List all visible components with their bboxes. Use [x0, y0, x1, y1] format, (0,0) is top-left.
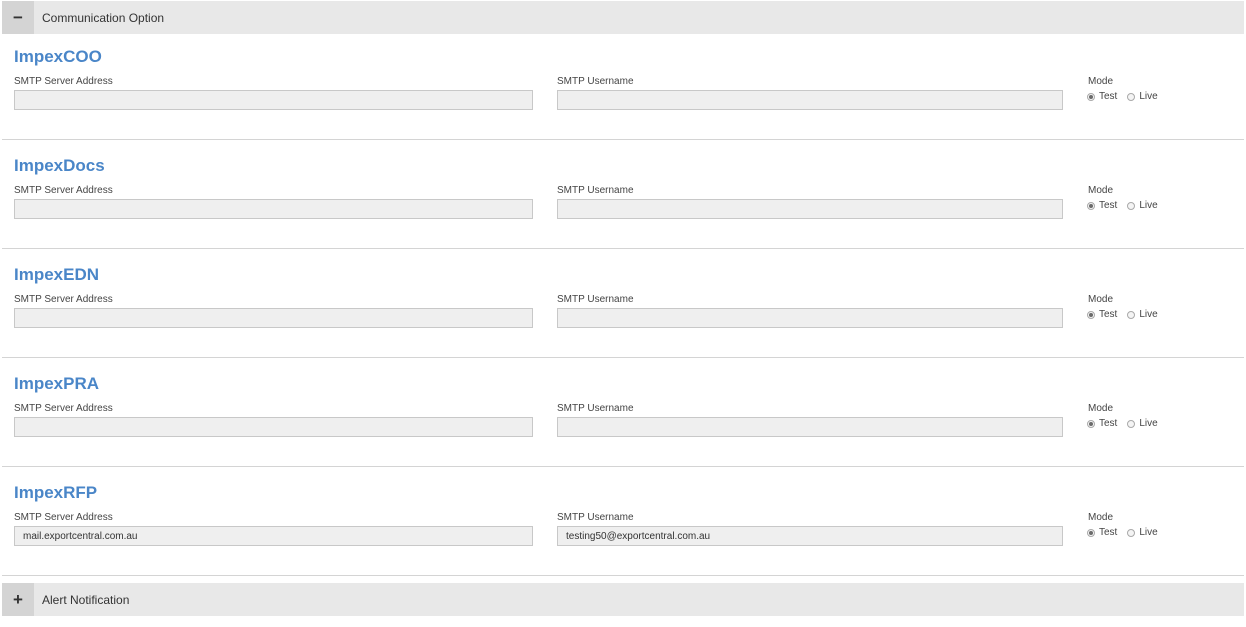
section-title: ImpexPRA [14, 374, 100, 393]
mode-test-radio[interactable] [1087, 92, 1095, 101]
smtp-username-label: SMTP Username [557, 185, 634, 196]
mode-live-radio[interactable] [1127, 419, 1136, 428]
mode-test-radio[interactable] [1087, 528, 1095, 537]
section-title: ImpexDocs [14, 156, 105, 175]
smtp-username-label: SMTP Username [557, 76, 634, 87]
smtp-username-label: SMTP Username [557, 403, 634, 414]
mode-test-label: Test [1099, 527, 1118, 538]
mode-live-radio[interactable] [1127, 310, 1136, 319]
mode-test-radio[interactable] [1087, 310, 1095, 319]
mode-test-radio[interactable] [1087, 419, 1095, 428]
section-title: ImpexRFP [14, 483, 98, 502]
section-divider [2, 139, 1244, 140]
smtp-username-input[interactable] [557, 90, 1063, 110]
mode-live-label: Live [1139, 418, 1158, 429]
mode-test-label: Test [1099, 418, 1118, 429]
mode-radio-group: Test Live [1087, 200, 1168, 211]
mode-test-radio[interactable] [1087, 201, 1095, 210]
smtp-username-label: SMTP Username [557, 294, 634, 305]
expand-icon[interactable]: + [2, 583, 34, 616]
communication-option-title: Communication Option [42, 10, 165, 25]
smtp-server-input[interactable] [14, 308, 533, 328]
section-title: ImpexCOO [14, 47, 102, 66]
mode-radio-group: Test Live [1087, 418, 1168, 429]
mode-radio-group: Test Live [1087, 309, 1168, 320]
alert-notification-panel-header[interactable]: + Alert Notification [2, 583, 1244, 616]
mode-test-label: Test [1099, 309, 1118, 320]
mode-label: Mode [1088, 403, 1114, 414]
section-divider [2, 575, 1244, 576]
section-title: ImpexEDN [14, 265, 100, 284]
mode-label: Mode [1088, 76, 1114, 87]
mode-radio-group: Test Live [1087, 527, 1168, 538]
smtp-username-input[interactable] [557, 308, 1063, 328]
collapse-icon[interactable]: − [2, 1, 34, 34]
smtp-server-input[interactable] [14, 417, 533, 437]
communication-option-panel-header[interactable]: − Communication Option [2, 1, 1244, 34]
smtp-server-input[interactable] [14, 199, 533, 219]
mode-radio-group: Test Live [1087, 91, 1168, 102]
mode-live-label: Live [1139, 200, 1158, 211]
smtp-server-input[interactable] [14, 90, 533, 110]
mode-label: Mode [1088, 512, 1114, 523]
mode-live-label: Live [1139, 527, 1158, 538]
mode-live-radio[interactable] [1127, 92, 1136, 101]
smtp-server-label: SMTP Server Address [14, 76, 113, 87]
smtp-server-input[interactable] [14, 526, 533, 546]
smtp-username-input[interactable] [557, 417, 1063, 437]
smtp-server-label: SMTP Server Address [14, 294, 113, 305]
section-divider [2, 248, 1244, 249]
alert-notification-title: Alert Notification [42, 592, 130, 607]
mode-label: Mode [1088, 294, 1114, 305]
mode-live-label: Live [1139, 309, 1158, 320]
mode-label: Mode [1088, 185, 1114, 196]
smtp-server-label: SMTP Server Address [14, 185, 113, 196]
mode-live-radio[interactable] [1127, 201, 1136, 210]
mode-test-label: Test [1099, 200, 1118, 211]
smtp-server-label: SMTP Server Address [14, 512, 113, 523]
mode-live-radio[interactable] [1127, 528, 1136, 537]
mode-live-label: Live [1139, 91, 1158, 102]
smtp-username-input[interactable] [557, 526, 1063, 546]
smtp-username-label: SMTP Username [557, 512, 634, 523]
section-divider [2, 357, 1244, 358]
smtp-server-label: SMTP Server Address [14, 403, 113, 414]
smtp-username-input[interactable] [557, 199, 1063, 219]
mode-test-label: Test [1099, 91, 1118, 102]
section-divider [2, 466, 1244, 467]
